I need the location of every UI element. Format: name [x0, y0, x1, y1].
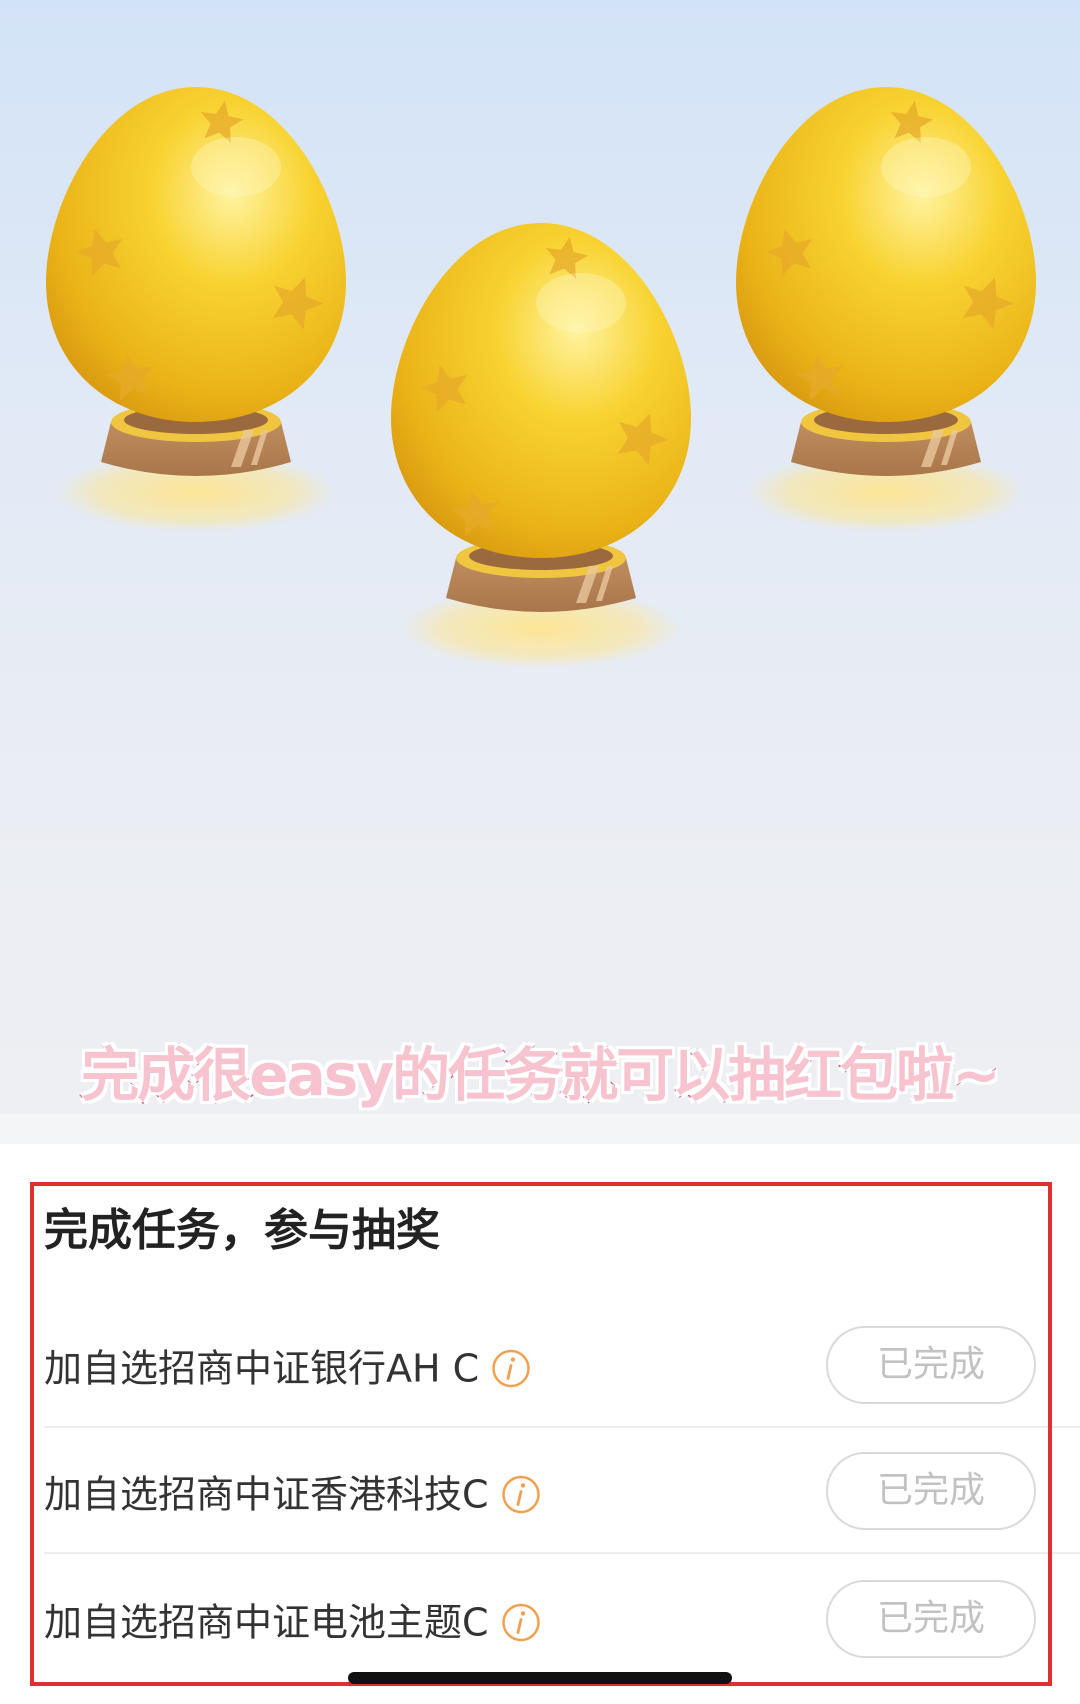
promo-caption: 完成很easy的任务就可以抽红包啦~: [80, 1040, 1002, 1111]
home-indicator[interactable]: [348, 1672, 732, 1684]
section-gap: [0, 1114, 1080, 1144]
highlight-frame: [30, 1182, 1052, 1686]
golden-eggs-illustration: [0, 0, 1080, 1114]
hero-banner: 完成很easy的任务就可以抽红包啦~: [0, 0, 1080, 1114]
